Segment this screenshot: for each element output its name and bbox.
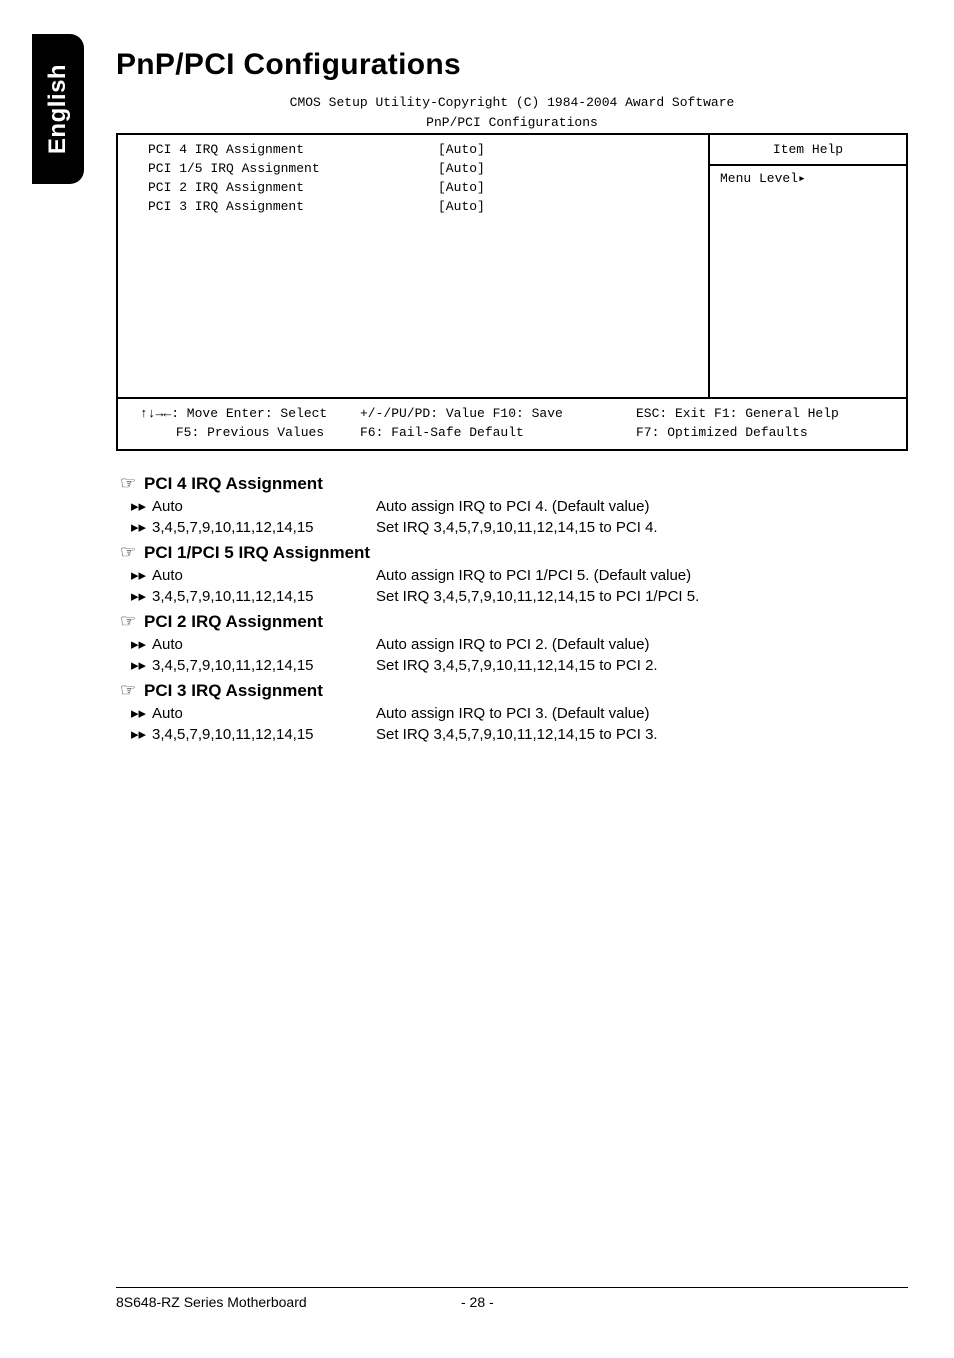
option-label: Auto	[152, 634, 376, 655]
option-block: ☞ PCI 1/PCI 5 IRQ Assignment ▸▸ Auto Aut…	[116, 542, 908, 607]
language-tab: English	[32, 34, 84, 184]
option-row: ▸▸ 3,4,5,7,9,10,11,12,14,15 Set IRQ 3,4,…	[116, 586, 908, 607]
arrow-icon: ▸▸	[116, 496, 152, 517]
bios-row: PCI 2 IRQ Assignment [Auto]	[148, 179, 698, 198]
option-desc: Auto assign IRQ to PCI 2. (Default value…	[376, 634, 908, 655]
bios-bottom: ↑↓→←: Move Enter: Select +/-/PU/PD: Valu…	[118, 397, 906, 449]
option-desc: Set IRQ 3,4,5,7,9,10,11,12,14,15 to PCI …	[376, 655, 908, 676]
bios-row-value: [Auto]	[438, 160, 485, 179]
bios-top: PCI 4 IRQ Assignment [Auto] PCI 1/5 IRQ …	[118, 135, 906, 397]
option-block: ☞ PCI 3 IRQ Assignment ▸▸ Auto Auto assi…	[116, 680, 908, 745]
bios-row-label: PCI 3 IRQ Assignment	[148, 198, 438, 217]
bios-help-level: Menu Level▸	[720, 170, 896, 189]
bios-bottom-row-1: ↑↓→←: Move Enter: Select +/-/PU/PD: Valu…	[140, 405, 896, 424]
option-row: ▸▸ 3,4,5,7,9,10,11,12,14,15 Set IRQ 3,4,…	[116, 517, 908, 538]
hand-icon: ☞	[116, 542, 144, 563]
bios-row-label: PCI 4 IRQ Assignment	[148, 141, 438, 160]
option-row: ▸▸ Auto Auto assign IRQ to PCI 3. (Defau…	[116, 703, 908, 724]
bios-hint: F6: Fail-Safe Default	[360, 424, 636, 443]
bios-row-label: PCI 2 IRQ Assignment	[148, 179, 438, 198]
option-title: PCI 1/PCI 5 IRQ Assignment	[144, 543, 370, 563]
hand-icon: ☞	[116, 611, 144, 632]
bios-row-value: [Auto]	[438, 198, 485, 217]
arrow-icon: ▸▸	[116, 703, 152, 724]
option-desc: Auto assign IRQ to PCI 4. (Default value…	[376, 496, 908, 517]
arrow-icon: ▸▸	[116, 724, 152, 745]
option-desc: Auto assign IRQ to PCI 1/PCI 5. (Default…	[376, 565, 908, 586]
bios-row: PCI 4 IRQ Assignment [Auto]	[148, 141, 698, 160]
language-tab-text: English	[44, 64, 72, 154]
arrow-icon: ▸▸	[116, 655, 152, 676]
option-title: PCI 4 IRQ Assignment	[144, 474, 323, 494]
bios-row: PCI 3 IRQ Assignment [Auto]	[148, 198, 698, 217]
page-content: PnP/PCI Configurations CMOS Setup Utilit…	[116, 48, 908, 749]
option-row: ▸▸ Auto Auto assign IRQ to PCI 1/PCI 5. …	[116, 565, 908, 586]
arrow-icon: ▸▸	[116, 517, 152, 538]
option-desc: Set IRQ 3,4,5,7,9,10,11,12,14,15 to PCI …	[376, 517, 908, 538]
option-block: ☞ PCI 2 IRQ Assignment ▸▸ Auto Auto assi…	[116, 611, 908, 676]
arrow-icon: ▸▸	[116, 586, 152, 607]
option-heading: ☞ PCI 1/PCI 5 IRQ Assignment	[116, 542, 908, 563]
option-heading: ☞ PCI 2 IRQ Assignment	[116, 611, 908, 632]
bios-left-pane: PCI 4 IRQ Assignment [Auto] PCI 1/5 IRQ …	[118, 135, 708, 397]
bios-box: PCI 4 IRQ Assignment [Auto] PCI 1/5 IRQ …	[116, 133, 908, 451]
bios-help-title: Item Help	[720, 141, 896, 160]
bios-hint: ESC: Exit F1: General Help	[636, 405, 896, 424]
bios-bottom-row-2: F5: Previous Values F6: Fail-Safe Defaul…	[140, 424, 896, 443]
option-label: 3,4,5,7,9,10,11,12,14,15	[152, 724, 376, 745]
bios-right-pane: Item Help Menu Level▸	[708, 135, 906, 397]
hand-icon: ☞	[116, 680, 144, 701]
option-label: 3,4,5,7,9,10,11,12,14,15	[152, 586, 376, 607]
bios-row-value: [Auto]	[438, 179, 485, 198]
option-title: PCI 2 IRQ Assignment	[144, 612, 323, 632]
option-row: ▸▸ Auto Auto assign IRQ to PCI 4. (Defau…	[116, 496, 908, 517]
option-desc: Auto assign IRQ to PCI 3. (Default value…	[376, 703, 908, 724]
page-title: PnP/PCI Configurations	[116, 48, 908, 82]
arrow-icon: ▸▸	[116, 565, 152, 586]
option-label: Auto	[152, 496, 376, 517]
arrow-icon: ▸▸	[116, 634, 152, 655]
footer-left: 8S648-RZ Series Motherboard	[116, 1294, 461, 1310]
option-row: ▸▸ 3,4,5,7,9,10,11,12,14,15 Set IRQ 3,4,…	[116, 655, 908, 676]
page-footer: 8S648-RZ Series Motherboard - 28 -	[116, 1287, 908, 1310]
bios-caption-1: CMOS Setup Utility-Copyright (C) 1984-20…	[116, 94, 908, 112]
option-label: 3,4,5,7,9,10,11,12,14,15	[152, 655, 376, 676]
option-desc: Set IRQ 3,4,5,7,9,10,11,12,14,15 to PCI …	[376, 586, 908, 607]
option-title: PCI 3 IRQ Assignment	[144, 681, 323, 701]
bios-hint: ↑↓→←: Move Enter: Select	[140, 405, 360, 424]
bios-help-divider	[710, 164, 906, 166]
option-desc: Set IRQ 3,4,5,7,9,10,11,12,14,15 to PCI …	[376, 724, 908, 745]
option-label: 3,4,5,7,9,10,11,12,14,15	[152, 517, 376, 538]
option-heading: ☞ PCI 4 IRQ Assignment	[116, 473, 908, 494]
options-section: ☞ PCI 4 IRQ Assignment ▸▸ Auto Auto assi…	[116, 473, 908, 745]
option-row: ▸▸ Auto Auto assign IRQ to PCI 2. (Defau…	[116, 634, 908, 655]
option-heading: ☞ PCI 3 IRQ Assignment	[116, 680, 908, 701]
bios-row: PCI 1/5 IRQ Assignment [Auto]	[148, 160, 698, 179]
footer-page-number: - 28 -	[461, 1294, 494, 1310]
option-row: ▸▸ 3,4,5,7,9,10,11,12,14,15 Set IRQ 3,4,…	[116, 724, 908, 745]
bios-hint: F7: Optimized Defaults	[636, 424, 896, 443]
bios-row-label: PCI 1/5 IRQ Assignment	[148, 160, 438, 179]
option-label: Auto	[152, 565, 376, 586]
bios-caption-2: PnP/PCI Configurations	[116, 114, 908, 132]
hand-icon: ☞	[116, 473, 144, 494]
bios-hint: +/-/PU/PD: Value F10: Save	[360, 405, 636, 424]
option-block: ☞ PCI 4 IRQ Assignment ▸▸ Auto Auto assi…	[116, 473, 908, 538]
bios-row-value: [Auto]	[438, 141, 485, 160]
option-label: Auto	[152, 703, 376, 724]
bios-hint: F5: Previous Values	[140, 424, 360, 443]
